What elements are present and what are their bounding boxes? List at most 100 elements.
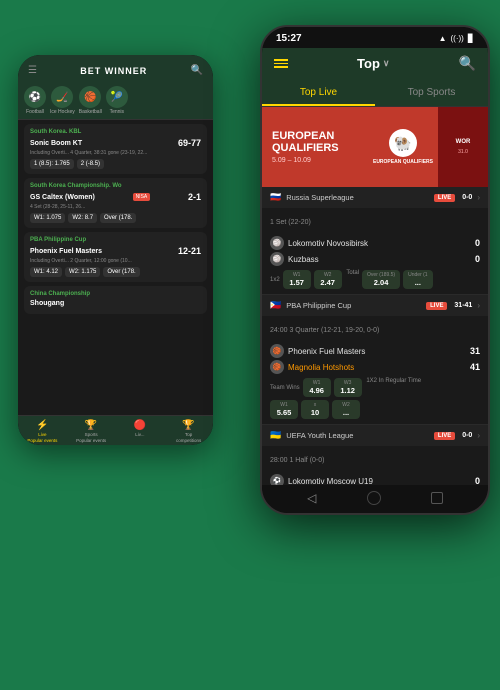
section-header-uefa[interactable]: 🇺🇦 UEFA Youth League LIVE 0-0 ›: [262, 425, 488, 446]
uefa-team-1-score: 0: [460, 476, 480, 485]
menu-line-2: [274, 63, 288, 65]
pba-team-1-name: Phoenix Fuel Masters: [288, 347, 365, 356]
main-content: EUROPEANQUALIFIERS 5.09 – 10.09 🐏 EUROPE…: [262, 107, 488, 485]
back-odd-1b[interactable]: 2 (-8.5): [77, 159, 104, 169]
sport-tennis[interactable]: 🎾 Tennis: [106, 86, 128, 115]
russia-total-under[interactable]: Under (1 ...: [403, 270, 432, 289]
back-nav-live[interactable]: ⚡ LivePopular events: [18, 420, 67, 443]
back-odd-1a[interactable]: 1 (8.5): 1.765: [30, 159, 74, 169]
pba-1x2-x[interactable]: x 10: [301, 400, 329, 419]
ph-flag: 🇵🇭: [270, 300, 281, 311]
tab-top-live[interactable]: Top Live: [262, 79, 375, 106]
expand-icon-uefa[interactable]: ›: [477, 431, 480, 440]
back-odds-3: W1: 4.12 W2: 1.175 Over (178.: [30, 267, 201, 277]
pba-odds-group: W1 4.96 W3 1.12: [303, 378, 362, 397]
top-icon: 🏆: [182, 420, 194, 431]
banner-side[interactable]: WOR 31.0: [438, 107, 488, 187]
pba-team-2-score: 41: [460, 362, 480, 372]
pba-1x2-w1[interactable]: W1 5.65: [270, 400, 298, 419]
russia-odds-type-label: 1x2: [270, 270, 280, 289]
sports-icon: 🏆: [85, 420, 97, 431]
russia-team-1-row: 🏐 Lokomotiv Novosibirsk 0: [270, 236, 480, 250]
russia-total-over[interactable]: Over (189.5) 2.04: [362, 270, 400, 289]
russia-over-val: 2.04: [374, 278, 389, 287]
back-nav-top-label: Topcompetitions: [176, 432, 201, 443]
russia-score-header: 0-0: [460, 194, 472, 201]
pba-score-header: 31-41: [452, 302, 472, 309]
expand-icon-pba[interactable]: ›: [477, 301, 480, 310]
menu-line-3: [274, 66, 288, 68]
search-icon[interactable]: 🔍: [459, 55, 476, 72]
android-nav-bar: ◁: [262, 485, 488, 513]
android-back-btn[interactable]: ◁: [307, 491, 316, 505]
front-phone: 15:27 ▲ ((·)) ▊ Top ∨ 🔍 Top Live Top Spo: [260, 25, 490, 515]
back-menu-icon[interactable]: ☰: [28, 65, 37, 76]
russia-set-info: 1 Set (22-20): [270, 219, 311, 226]
uefa-score-header: 0-0: [460, 432, 472, 439]
pba-team-rows: 🏀 Phoenix Fuel Masters 31 🏀 Magnolia Hot…: [262, 339, 488, 424]
back-team-4: Shougang: [30, 300, 64, 307]
back-odd-3a[interactable]: W1: 4.12: [30, 267, 62, 277]
match-section-pba: 🇵🇭 PBA Philippine Cup LIVE 31-41 › 24:00…: [262, 295, 488, 425]
banner-side-date: 31.0: [458, 149, 468, 155]
banner-main[interactable]: EUROPEANQUALIFIERS 5.09 – 10.09 🐏 EUROPE…: [262, 107, 438, 187]
back-match-2[interactable]: South Korea Championship. Wo GS Caltex (…: [24, 178, 207, 228]
back-match-1[interactable]: South Korea. KBL Sonic Boom KT 69-77 Inc…: [24, 124, 207, 174]
pba-odd-w1[interactable]: W1 4.96: [303, 378, 331, 397]
back-match-3[interactable]: PBA Philippine Cup Phoenix Fuel Masters …: [24, 232, 207, 282]
pba-odd-w3[interactable]: W3 1.12: [334, 378, 362, 397]
header-title[interactable]: Top ∨: [357, 56, 389, 71]
russia-team-2-score: 0: [460, 254, 480, 264]
tennis-label: Tennis: [110, 109, 124, 115]
sport-ice-hockey[interactable]: 🏒 Ice Hockey: [50, 86, 75, 115]
sport-football[interactable]: ⚽ Football: [24, 86, 46, 115]
live2-icon: 🔴: [134, 420, 146, 431]
expand-icon-russia[interactable]: ›: [477, 193, 480, 202]
live-badge-uefa: LIVE: [434, 432, 455, 440]
pba-team-2-name: Magnolia Hotshots: [288, 363, 354, 372]
football-label: Football: [26, 109, 44, 115]
back-nba-badge: NISA: [133, 193, 151, 201]
back-nav-top[interactable]: 🏆 Topcompetitions: [164, 420, 213, 443]
chevron-down-icon: ∨: [383, 58, 390, 69]
battery-icon: ▊: [468, 34, 474, 43]
back-nav-sports-label: SportsPopular events: [76, 432, 106, 443]
back-nav-sports[interactable]: 🏆 SportsPopular events: [67, 420, 116, 443]
back-odd-2a[interactable]: W1: 1.075: [30, 213, 65, 223]
android-recent-btn[interactable]: [431, 492, 443, 504]
back-teams-4: Shougang: [30, 300, 201, 307]
back-score-3: 12-21: [178, 246, 201, 256]
back-odd-3b[interactable]: W2: 1.175: [65, 267, 100, 277]
back-odd-2c[interactable]: Over (178.: [100, 213, 136, 223]
back-bottom-nav: ⚡ LivePopular events 🏆 SportsPopular eve…: [18, 415, 213, 445]
banner-area: EUROPEANQUALIFIERS 5.09 – 10.09 🐏 EUROPE…: [262, 107, 488, 187]
back-odd-2b[interactable]: W2: 8.7: [68, 213, 97, 223]
russia-total-group: Over (189.5) 2.04 Under (1 ...: [362, 270, 433, 289]
back-nav-live-label: LivePopular events: [27, 432, 57, 443]
russia-odd-w2-val: 2.47: [320, 278, 335, 287]
sport-basketball[interactable]: 🏀 Basketball: [79, 86, 102, 115]
russia-total-label: Total: [345, 270, 359, 289]
russia-league-name: Russia Superleague: [286, 193, 429, 202]
russia-odd-w1-val: 1.57: [289, 278, 304, 287]
back-match-4[interactable]: China Championship Shougang: [24, 286, 207, 314]
hamburger-menu[interactable]: [274, 59, 288, 68]
section-header-russia[interactable]: 🇷🇺 Russia Superleague LIVE 0-0 ›: [262, 187, 488, 208]
android-home-btn[interactable]: [367, 491, 381, 505]
lokomotiv-logo: 🏐: [270, 236, 284, 250]
pba-1x2-w2[interactable]: W2 ...: [332, 400, 360, 419]
russia-odd-w2[interactable]: W2 2.47: [314, 270, 342, 289]
tab-top-sports[interactable]: Top Sports: [375, 79, 488, 106]
back-team-3: Phoenix Fuel Masters: [30, 248, 102, 255]
back-matches: South Korea. KBL Sonic Boom KT 69-77 Inc…: [18, 120, 213, 415]
russia-odd-w1[interactable]: W1 1.57: [283, 270, 311, 289]
live-badge-russia: LIVE: [434, 194, 455, 202]
back-odd-3c[interactable]: Over (178.: [103, 267, 139, 277]
back-search-icon[interactable]: 🔍: [191, 65, 203, 76]
back-league-3: PBA Philippine Cup: [30, 237, 201, 243]
status-icons: ▲ ((·)) ▊: [439, 34, 474, 43]
back-league-2: South Korea Championship. Wo: [30, 183, 201, 189]
section-header-pba[interactable]: 🇵🇭 PBA Philippine Cup LIVE 31-41 ›: [262, 295, 488, 316]
pba-1x2-label: 1X2 In Regular Time: [365, 378, 421, 397]
back-nav-live2[interactable]: 🔴 Liv...: [116, 420, 165, 443]
